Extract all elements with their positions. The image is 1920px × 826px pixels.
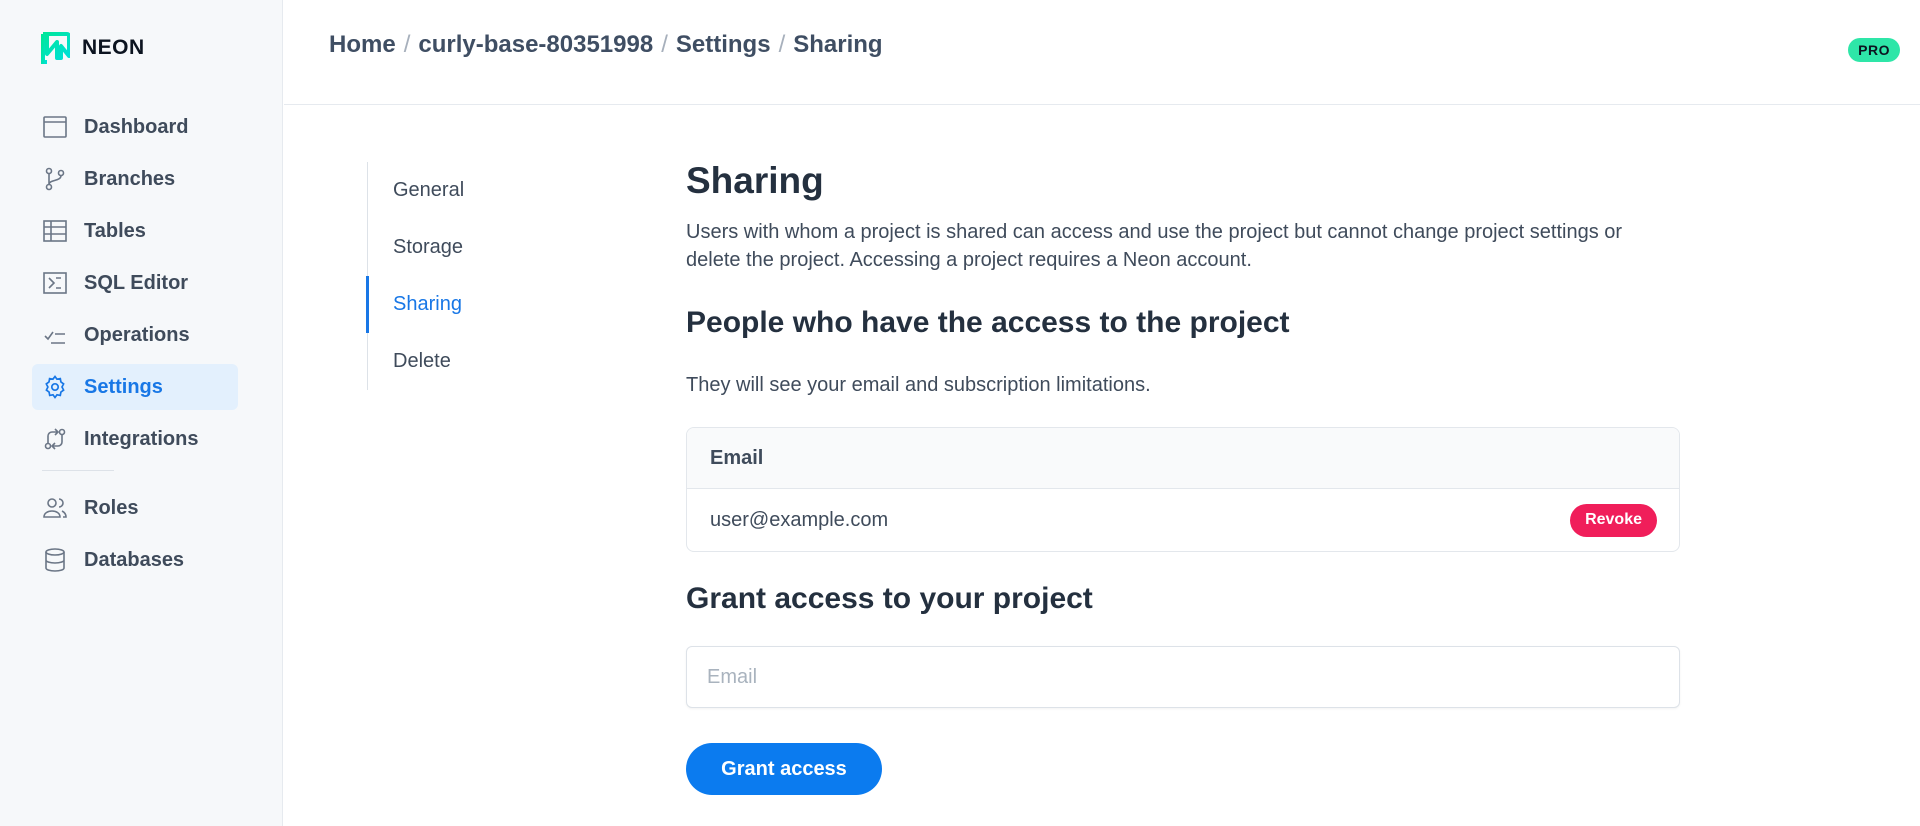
breadcrumb-home[interactable]: Home xyxy=(329,31,396,59)
integrations-icon xyxy=(42,426,68,452)
shared-user-email: user@example.com xyxy=(710,508,889,531)
sidebar-item-databases[interactable]: Databases xyxy=(32,537,238,583)
sidebar-divider xyxy=(42,470,114,471)
people-section-title: People who have the access to the projec… xyxy=(686,306,1290,339)
breadcrumb: Home / curly-base-80351998 / Settings / … xyxy=(329,31,883,59)
table-icon xyxy=(42,218,68,244)
sidebar-item-label: Roles xyxy=(84,496,139,519)
sidebar: NEON Dashboard Branches Tables SQL Edito… xyxy=(0,0,283,826)
database-icon xyxy=(42,547,68,573)
sidebar-item-label: Tables xyxy=(84,219,146,242)
breadcrumb-settings[interactable]: Settings xyxy=(676,31,771,59)
neon-logo[interactable]: NEON xyxy=(40,32,145,64)
breadcrumb-project[interactable]: curly-base-80351998 xyxy=(418,31,653,59)
top-header: Home / curly-base-80351998 / Settings / … xyxy=(284,0,1920,105)
sidebar-nav: Dashboard Branches Tables SQL Editor Ope… xyxy=(32,104,238,589)
sharing-description: Users with whom a project is shared can … xyxy=(686,221,1623,271)
sidebar-item-label: Databases xyxy=(84,548,185,571)
table-row: user@example.com Revoke xyxy=(687,489,1679,551)
sidebar-item-label: Branches xyxy=(84,167,176,190)
breadcrumb-separator: / xyxy=(403,31,411,58)
sidebar-item-dashboard[interactable]: Dashboard xyxy=(32,104,238,150)
sidebar-item-label: Dashboard xyxy=(84,115,189,138)
settings-subnav: General Storage Sharing Delete xyxy=(365,162,464,390)
branch-icon xyxy=(42,166,68,192)
grant-section-title: Grant access to your project xyxy=(686,582,1093,615)
sidebar-item-settings[interactable]: Settings xyxy=(32,364,238,410)
neon-logo-icon xyxy=(41,32,70,64)
sidebar-item-label: SQL Editor xyxy=(84,271,189,294)
sidebar-item-branches[interactable]: Branches xyxy=(32,156,238,202)
shared-users-table: Email user@example.com Revoke xyxy=(686,427,1680,552)
terminal-icon xyxy=(42,270,68,296)
sidebar-item-label: Integrations xyxy=(84,427,199,450)
sidebar-item-sql-editor[interactable]: SQL Editor xyxy=(32,260,238,306)
revoke-button[interactable]: Revoke xyxy=(1570,503,1657,537)
breadcrumb-separator: / xyxy=(778,31,786,58)
people-subtext: They will see your email and subscriptio… xyxy=(686,374,1151,396)
grant-access-button[interactable]: Grant access xyxy=(686,743,882,795)
sidebar-item-roles[interactable]: Roles xyxy=(32,485,238,531)
table-header-email: Email xyxy=(687,428,1679,489)
pro-badge[interactable]: PRO xyxy=(1848,38,1900,62)
subnav-delete[interactable]: Delete xyxy=(368,333,464,390)
subnav-general[interactable]: General xyxy=(368,162,464,219)
brand-name: NEON xyxy=(82,36,145,59)
gear-icon xyxy=(42,374,68,400)
sharing-panel: Sharing Users with whom a project is sha… xyxy=(686,160,1680,795)
sidebar-item-operations[interactable]: Operations xyxy=(32,312,238,358)
page-title: Sharing xyxy=(686,160,824,201)
email-field[interactable] xyxy=(686,646,1680,708)
sidebar-item-tables[interactable]: Tables xyxy=(32,208,238,254)
operations-icon xyxy=(42,322,68,348)
subnav-storage[interactable]: Storage xyxy=(368,219,464,276)
subnav-sharing[interactable]: Sharing xyxy=(365,276,464,333)
dashboard-icon xyxy=(42,114,68,140)
sidebar-item-integrations[interactable]: Integrations xyxy=(32,416,238,462)
breadcrumb-separator: / xyxy=(661,31,668,58)
sidebar-item-label: Settings xyxy=(84,375,163,398)
users-icon xyxy=(42,495,68,521)
breadcrumb-current: Sharing xyxy=(793,31,883,58)
sidebar-item-label: Operations xyxy=(84,323,190,346)
